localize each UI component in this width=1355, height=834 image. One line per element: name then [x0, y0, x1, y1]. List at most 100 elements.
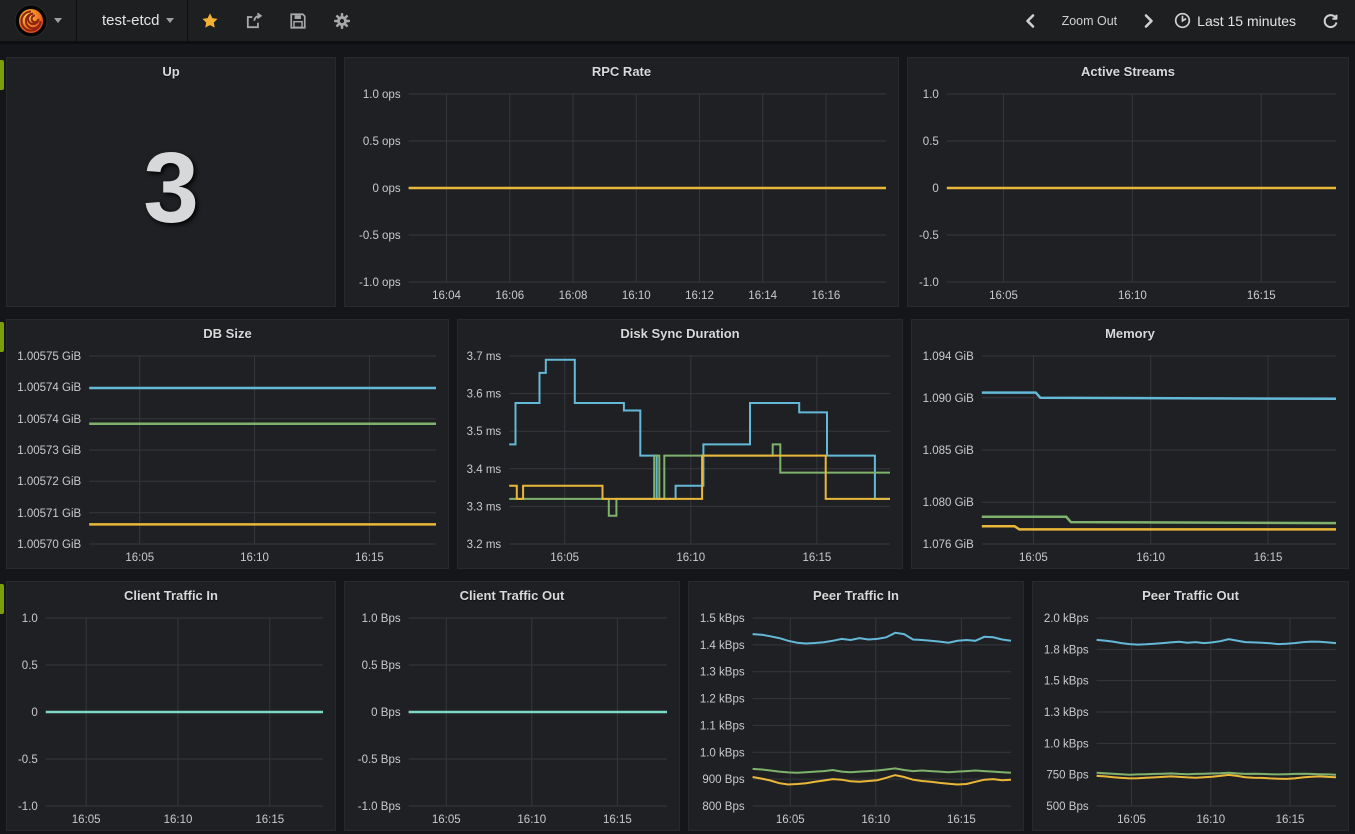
dashboard: Up 3 RPC Rate 1.0 ops0.5 ops0 ops-0.5 op…: [0, 44, 1355, 831]
panel-up: Up 3: [6, 57, 336, 307]
svg-text:0 Bps: 0 Bps: [371, 707, 401, 719]
svg-text:1.0 ops: 1.0 ops: [363, 89, 401, 101]
caret-down-icon: [166, 18, 174, 23]
svg-text:16:06: 16:06: [495, 290, 524, 302]
row-menu-handle[interactable]: [0, 322, 4, 352]
svg-text:1.00571 GiB: 1.00571 GiB: [17, 508, 81, 520]
svg-text:3.2 ms: 3.2 ms: [467, 539, 502, 551]
panel-title[interactable]: Active Streams: [908, 58, 1348, 85]
svg-text:3.3 ms: 3.3 ms: [467, 501, 502, 513]
svg-text:3.7 ms: 3.7 ms: [467, 351, 502, 363]
panel-title[interactable]: Peer Traffic In: [689, 582, 1023, 609]
svg-text:1.0 kBps: 1.0 kBps: [700, 747, 745, 759]
svg-text:-1.0 ops: -1.0 ops: [359, 277, 401, 289]
time-shift-back-button[interactable]: [1011, 0, 1049, 41]
svg-text:16:10: 16:10: [622, 290, 651, 302]
svg-text:2.0 kBps: 2.0 kBps: [1044, 613, 1089, 625]
svg-text:16:10: 16:10: [861, 814, 890, 826]
rpc-rate-chart[interactable]: 1.0 ops0.5 ops0 ops-0.5 ops-1.0 ops16:04…: [345, 85, 898, 306]
svg-text:1.090 GiB: 1.090 GiB: [923, 393, 974, 405]
client-traffic-in-chart[interactable]: 1.00.50-0.5-1.016:0516:1016:15: [7, 609, 335, 830]
svg-text:1.5 kBps: 1.5 kBps: [700, 613, 745, 625]
dashboard-title-button[interactable]: test-etcd: [77, 0, 187, 41]
svg-text:16:15: 16:15: [1254, 552, 1283, 564]
panel-peer-traffic-out: Peer Traffic Out 2.0 kBps 1.8 kBps 1.5 kBp…: [1032, 581, 1349, 831]
svg-text:0.5: 0.5: [22, 660, 38, 672]
caret-down-icon: [54, 18, 62, 23]
star-icon: [201, 12, 219, 30]
svg-text:1.3 kBps: 1.3 kBps: [1044, 707, 1089, 719]
disk-sync-duration-chart[interactable]: 3.7 ms 3.6 ms 3.5 ms 3.4 ms 3.3 ms 3.2 ms 16:0…: [458, 347, 902, 568]
svg-text:16:05: 16:05: [776, 814, 805, 826]
zoom-out-button[interactable]: Zoom Out: [1049, 0, 1131, 41]
panel-title[interactable]: RPC Rate: [345, 58, 898, 85]
dashboard-title: test-etcd: [102, 12, 160, 29]
svg-text:16:15: 16:15: [603, 814, 632, 826]
svg-text:3.5 ms: 3.5 ms: [467, 426, 502, 438]
svg-text:-0.5 Bps: -0.5 Bps: [358, 754, 401, 766]
peer-traffic-in-chart[interactable]: 1.5 kBps1.4 kBps1.3 kBps1.2 kBps1.1 kBps…: [689, 609, 1023, 830]
panel-title[interactable]: Client Traffic Out: [345, 582, 679, 609]
svg-text:16:10: 16:10: [164, 814, 193, 826]
panel-title[interactable]: Up: [7, 58, 335, 85]
svg-text:16:10: 16:10: [240, 552, 269, 564]
svg-text:16:05: 16:05: [1117, 814, 1146, 826]
active-streams-chart[interactable]: 1.00.50-0.5-1.016:0516:1016:15: [908, 85, 1348, 306]
panel-title[interactable]: Peer Traffic Out: [1033, 582, 1348, 609]
navbar: test-etcd: [0, 0, 1355, 44]
panel-client-traffic-in: Client Traffic In 1.00.50-0.5-1.016:0516…: [6, 581, 336, 831]
svg-text:1.00570 GiB: 1.00570 GiB: [17, 539, 81, 551]
share-icon: [245, 12, 263, 30]
refresh-button[interactable]: [1309, 0, 1355, 41]
row-menu-handle[interactable]: [0, 584, 4, 614]
svg-text:16:05: 16:05: [550, 552, 579, 564]
svg-text:16:05: 16:05: [989, 290, 1018, 302]
dashboard-row-1: Up 3 RPC Rate 1.0 ops0.5 ops0 ops-0.5 op…: [6, 57, 1349, 307]
svg-text:1.00573 GiB: 1.00573 GiB: [17, 445, 81, 457]
svg-text:1.00575 GiB: 1.00575 GiB: [17, 351, 81, 363]
client-traffic-out-chart[interactable]: 1.0 Bps0.5 Bps0 Bps-0.5 Bps-1.0 Bps16:05…: [345, 609, 679, 830]
svg-text:16:14: 16:14: [748, 290, 777, 302]
panel-active-streams: Active Streams 1.00.50-0.5-1.016:0516:10…: [907, 57, 1349, 307]
svg-text:1.1 kBps: 1.1 kBps: [700, 720, 745, 732]
star-dashboard-button[interactable]: [188, 0, 232, 41]
memory-chart[interactable]: 1.094 GiB1.090 GiB1.085 GiB1.080 GiB1.07…: [912, 347, 1348, 568]
svg-text:16:15: 16:15: [1247, 290, 1276, 302]
panel-title[interactable]: Client Traffic In: [7, 582, 335, 609]
svg-text:3.6 ms: 3.6 ms: [467, 389, 502, 401]
svg-text:1.8 kBps: 1.8 kBps: [1044, 644, 1089, 656]
grafana-logo-icon: [14, 4, 48, 38]
time-range-picker-button[interactable]: Last 15 minutes: [1168, 0, 1309, 41]
svg-text:1.00572 GiB: 1.00572 GiB: [17, 476, 81, 488]
svg-text:16:04: 16:04: [432, 290, 461, 302]
share-dashboard-button[interactable]: [232, 0, 276, 41]
panel-peer-traffic-in: Peer Traffic In 1.5 kBps1.4 kBps1.3 kBps…: [688, 581, 1024, 831]
db-size-chart[interactable]: 1.00575 GiB1.00574 GiB1.00574 GiB1.00573…: [7, 347, 448, 568]
panel-title[interactable]: DB Size: [7, 320, 448, 347]
svg-text:1.0: 1.0: [22, 613, 38, 625]
svg-text:16:08: 16:08: [559, 290, 588, 302]
svg-text:1.0 Bps: 1.0 Bps: [362, 613, 401, 625]
svg-text:-0.5: -0.5: [919, 230, 939, 242]
panel-memory: Memory 1.094 GiB1.090 GiB1.085 GiB1.080 …: [911, 319, 1349, 569]
svg-text:1.085 GiB: 1.085 GiB: [923, 445, 974, 457]
save-dashboard-button[interactable]: [276, 0, 320, 41]
svg-text:-1.0: -1.0: [919, 277, 939, 289]
svg-text:16:05: 16:05: [72, 814, 101, 826]
panel-title[interactable]: Disk Sync Duration: [458, 320, 902, 347]
svg-text:1.076 GiB: 1.076 GiB: [923, 539, 974, 551]
peer-traffic-out-chart[interactable]: 2.0 kBps1.8 kBps1.5 kBps1.3 kBps1.0 kBps…: [1033, 609, 1348, 830]
dashboard-row-2: DB Size 1.00575 GiB1.00574 GiB1.00574 Gi…: [6, 319, 1349, 569]
svg-text:1.5 kBps: 1.5 kBps: [1044, 676, 1089, 688]
svg-text:16:15: 16:15: [802, 552, 831, 564]
svg-text:16:15: 16:15: [255, 814, 284, 826]
svg-text:16:15: 16:15: [355, 552, 384, 564]
row-menu-handle[interactable]: [0, 60, 4, 90]
time-shift-forward-button[interactable]: [1130, 0, 1168, 41]
svg-text:1.094 GiB: 1.094 GiB: [923, 351, 974, 363]
panel-title[interactable]: Memory: [912, 320, 1348, 347]
grafana-menu-button[interactable]: [0, 0, 76, 41]
panel-rpc-rate: RPC Rate 1.0 ops0.5 ops0 ops-0.5 ops-1.0…: [344, 57, 899, 307]
svg-text:3.4 ms: 3.4 ms: [467, 464, 502, 476]
dashboard-settings-button[interactable]: [320, 0, 364, 41]
